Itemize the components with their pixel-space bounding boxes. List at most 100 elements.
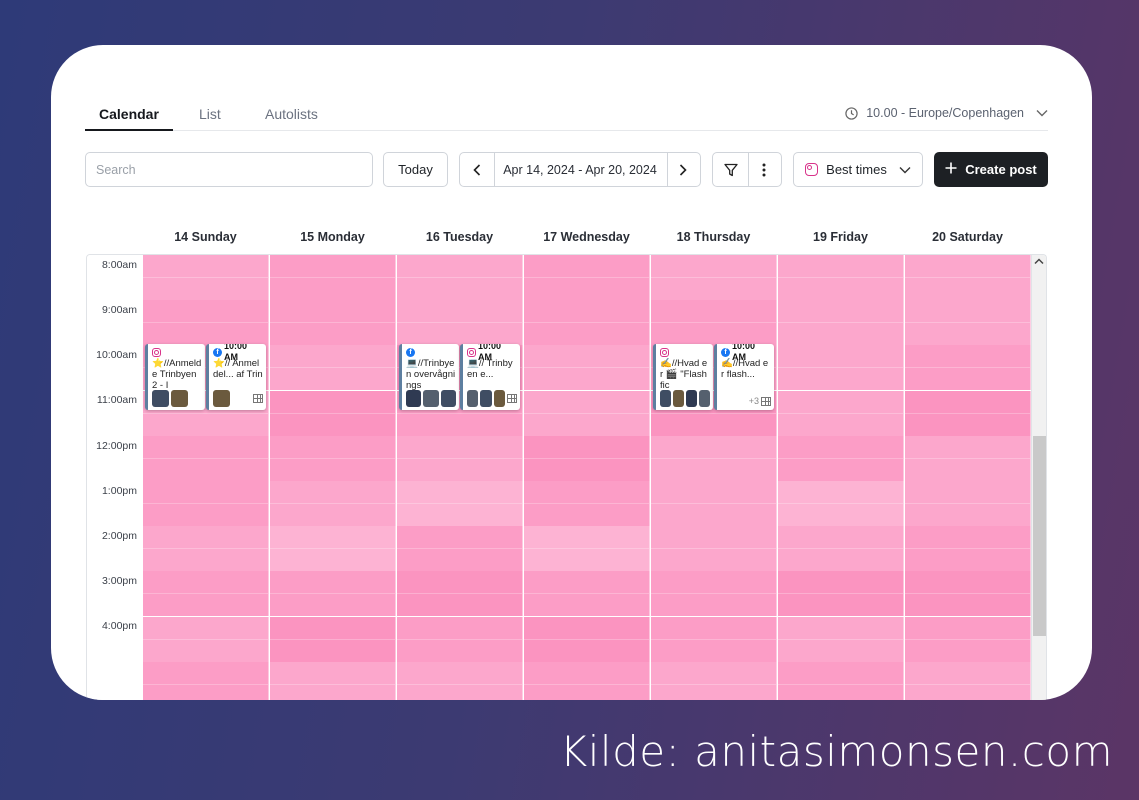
half-hour-line: [651, 593, 776, 595]
time-slot[interactable]: [270, 661, 396, 700]
time-slot[interactable]: [651, 661, 777, 700]
time-slot[interactable]: [524, 300, 650, 346]
time-slot[interactable]: [905, 526, 1031, 572]
time-slot[interactable]: [270, 255, 396, 300]
post-card[interactable]: f 💻//Trinbyen overvågnings: [399, 344, 459, 410]
time-slot[interactable]: [905, 300, 1031, 346]
tab-list[interactable]: List: [185, 105, 235, 131]
time-slot[interactable]: [524, 255, 650, 300]
half-hour-line: [778, 683, 903, 685]
day-header: 20 Saturday: [932, 230, 1003, 244]
time-slot[interactable]: [651, 255, 777, 300]
time-slot[interactable]: [143, 255, 269, 300]
time-slot[interactable]: [397, 661, 523, 700]
more-vertical-icon[interactable]: [747, 153, 781, 186]
tab-calendar[interactable]: Calendar: [85, 105, 173, 131]
best-times-dropdown[interactable]: Best times: [793, 152, 923, 187]
time-slot[interactable]: [905, 571, 1031, 617]
time-slot[interactable]: [270, 481, 396, 526]
time-slot[interactable]: [778, 255, 904, 300]
time-slot[interactable]: [143, 616, 269, 662]
time-slot[interactable]: [397, 616, 523, 662]
time-slot[interactable]: [524, 345, 650, 391]
time-slot[interactable]: [905, 435, 1031, 481]
filter-icon[interactable]: [713, 153, 748, 186]
instagram-icon: [805, 163, 819, 176]
time-slot[interactable]: [524, 390, 650, 436]
post-card[interactable]: 10:00 AM 💻// Trinbyen e...: [460, 344, 520, 410]
post-card[interactable]: ✍️//Hvad er 🎬 "Flash fic: [653, 344, 713, 410]
time-slot[interactable]: [778, 390, 904, 436]
scrollbar-thumb[interactable]: [1033, 436, 1046, 636]
time-slot[interactable]: [651, 481, 777, 526]
create-post-button[interactable]: Create post: [934, 152, 1048, 187]
time-slot[interactable]: [270, 616, 396, 662]
time-slot[interactable]: [905, 481, 1031, 526]
time-slot[interactable]: [397, 481, 523, 526]
time-slot[interactable]: [270, 435, 396, 481]
time-slot[interactable]: [905, 390, 1031, 436]
time-slot[interactable]: [905, 255, 1031, 300]
time-label: 11:00am: [96, 394, 137, 406]
tab-autolists[interactable]: Autolists: [251, 105, 332, 131]
time-slot[interactable]: [397, 300, 523, 346]
media-thumbnail: [171, 390, 188, 407]
time-slot[interactable]: [397, 435, 523, 481]
time-slot[interactable]: [778, 661, 904, 700]
time-slot[interactable]: [905, 661, 1031, 700]
time-slot[interactable]: [778, 345, 904, 391]
time-slot[interactable]: [524, 435, 650, 481]
time-slot[interactable]: [397, 255, 523, 300]
time-slot[interactable]: [270, 345, 396, 391]
post-card[interactable]: ⭐//Anmelde Trinbyen 2 - I: [145, 344, 205, 410]
time-slot[interactable]: [270, 390, 396, 436]
timezone-selector[interactable]: 10.00 - Europe/Copenhagen: [845, 106, 1048, 120]
time-slot[interactable]: [270, 571, 396, 617]
time-slot[interactable]: [778, 300, 904, 346]
time-slot[interactable]: [397, 571, 523, 617]
time-slot[interactable]: [143, 571, 269, 617]
today-button[interactable]: Today: [383, 152, 448, 187]
search-input[interactable]: [85, 152, 373, 187]
best-times-label: Best times: [826, 162, 887, 177]
time-slot[interactable]: [778, 571, 904, 617]
chevron-right-icon[interactable]: [666, 153, 700, 186]
time-slot[interactable]: [905, 345, 1031, 391]
time-slot[interactable]: [143, 481, 269, 526]
time-slot[interactable]: [651, 616, 777, 662]
post-card[interactable]: f 10:00 AM ⭐// Anmeldel... af Trin: [206, 344, 266, 410]
time-slot[interactable]: [905, 616, 1031, 662]
date-range-label[interactable]: Apr 14, 2024 - Apr 20, 2024: [503, 163, 657, 177]
time-slot[interactable]: [651, 435, 777, 481]
time-slot[interactable]: [524, 481, 650, 526]
time-slot[interactable]: [143, 435, 269, 481]
time-slot[interactable]: [397, 526, 523, 572]
time-slot[interactable]: [778, 435, 904, 481]
time-slot[interactable]: [270, 526, 396, 572]
more-count: +3: [748, 396, 759, 406]
timezone-label: 10.00 - Europe/Copenhagen: [866, 106, 1024, 120]
create-post-label: Create post: [965, 162, 1037, 177]
time-slot[interactable]: [651, 526, 777, 572]
time-slot[interactable]: [524, 661, 650, 700]
time-slot[interactable]: [651, 571, 777, 617]
scrollbar[interactable]: [1031, 255, 1046, 700]
time-label: 8:00am: [101, 259, 137, 271]
time-slot[interactable]: [143, 661, 269, 700]
chevron-left-icon[interactable]: [460, 153, 494, 186]
time-slot[interactable]: [270, 300, 396, 346]
time-slot[interactable]: [524, 616, 650, 662]
media-thumbnail: [406, 390, 422, 407]
time-slot[interactable]: [143, 526, 269, 572]
time-slot[interactable]: [778, 526, 904, 572]
time-slot[interactable]: [143, 300, 269, 346]
time-slot[interactable]: [524, 526, 650, 572]
time-slot[interactable]: [524, 571, 650, 617]
media-thumbnail: [152, 390, 169, 407]
media-thumbnail: [493, 390, 505, 407]
time-slot[interactable]: [651, 300, 777, 346]
chevron-up-icon[interactable]: [1034, 257, 1044, 268]
time-slot[interactable]: [778, 481, 904, 526]
time-slot[interactable]: [778, 616, 904, 662]
post-card[interactable]: f 10:00 AM ✍️//Hvad er flash... +3: [714, 344, 774, 410]
